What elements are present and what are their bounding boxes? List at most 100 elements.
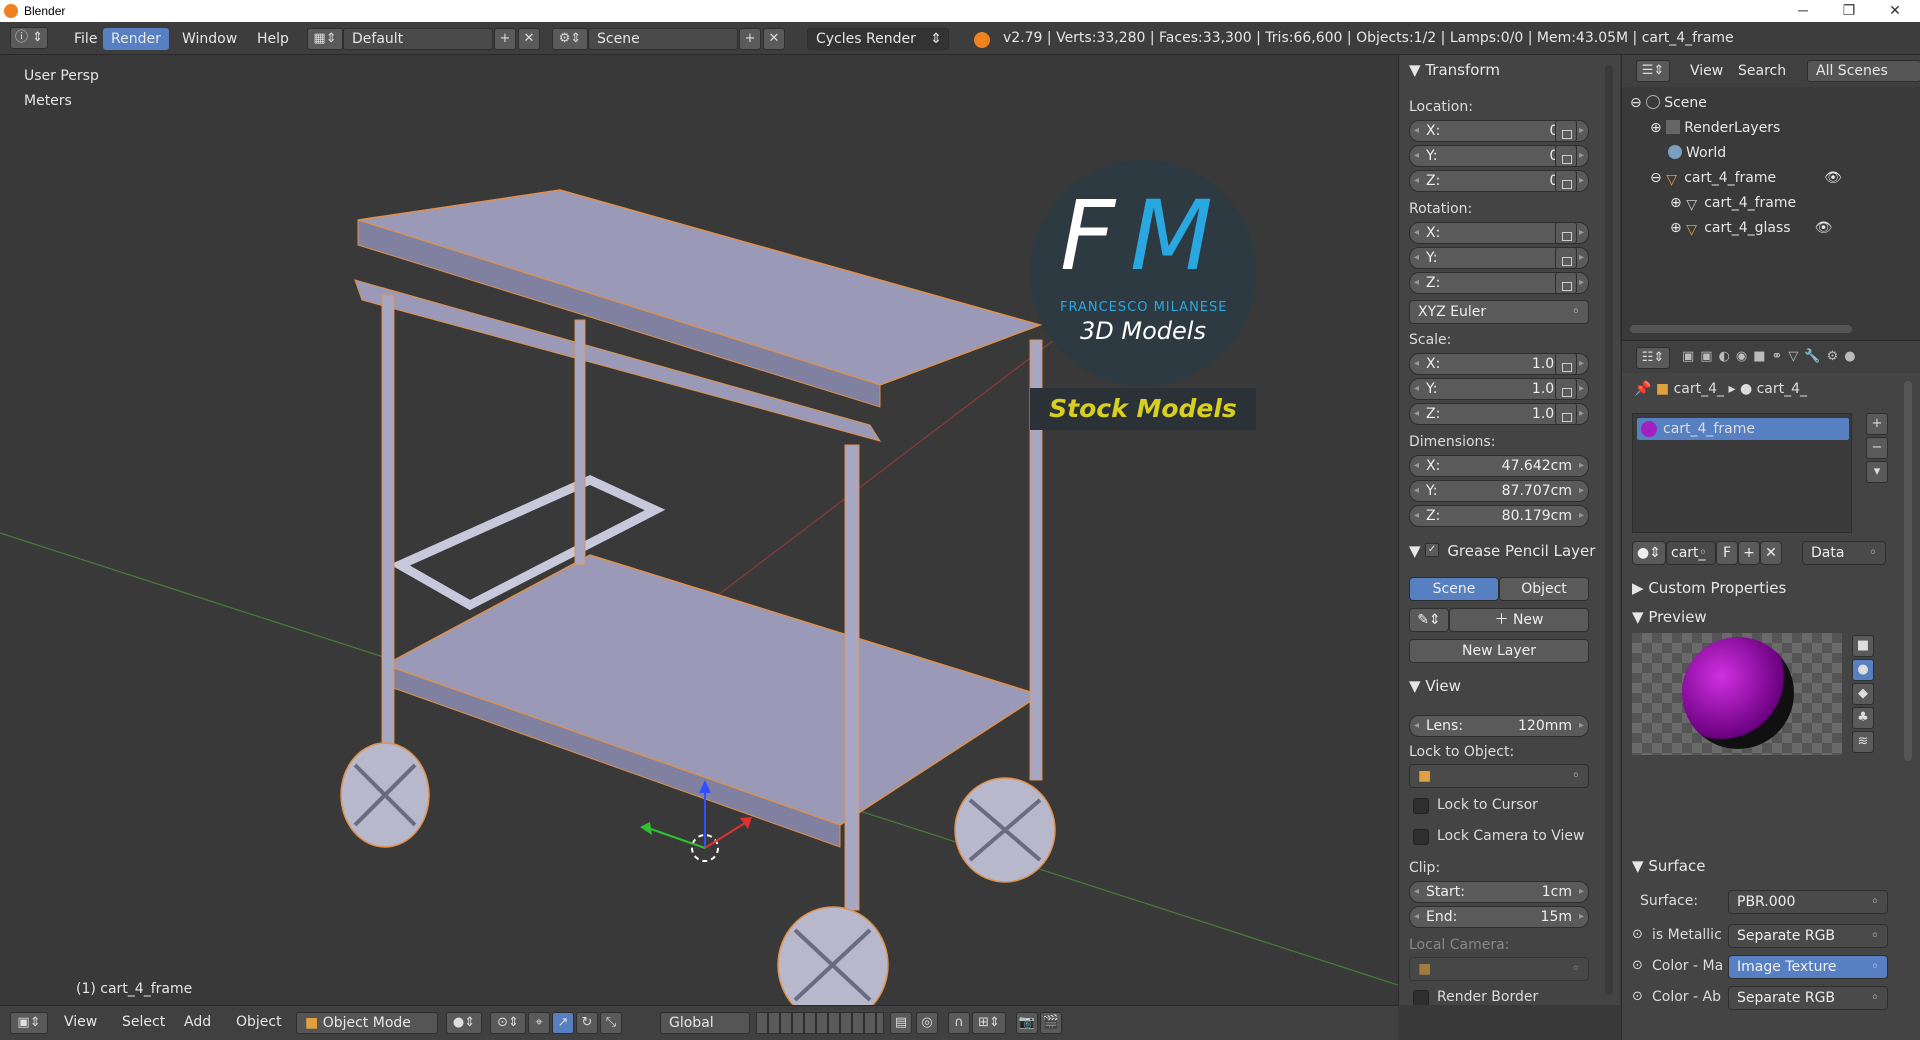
outliner-filter-select[interactable]: All Scenes: [1807, 60, 1920, 82]
properties-scrollbar[interactable]: [1904, 381, 1912, 761]
menu-help[interactable]: Help: [249, 28, 297, 50]
transform-orientation-select[interactable]: Global: [660, 1012, 750, 1034]
render-engine-select[interactable]: Cycles Render ⇕: [807, 28, 949, 50]
lock-icon[interactable]: [1555, 403, 1577, 425]
outliner-menu-view[interactable]: View: [1682, 60, 1731, 82]
local-camera-field[interactable]: ■: [1409, 957, 1589, 981]
tab-object[interactable]: Object: [1499, 577, 1589, 601]
lock-icon[interactable]: [1555, 378, 1577, 400]
new-layer-button[interactable]: New Layer: [1409, 639, 1589, 663]
material-slot-item[interactable]: cart_4_frame: [1637, 418, 1849, 440]
preview-cube-icon[interactable]: ◆: [1852, 683, 1874, 705]
maximize-button[interactable]: ❐: [1826, 0, 1872, 22]
minimize-button[interactable]: ─: [1780, 0, 1826, 22]
slot-menu-icon[interactable]: ▾: [1866, 461, 1888, 483]
input-select[interactable]: Separate RGB: [1728, 986, 1888, 1010]
surface-panel-header[interactable]: ▼ Surface: [1632, 857, 1705, 875]
lock-icon[interactable]: [1555, 272, 1577, 294]
remove-slot-icon[interactable]: −: [1866, 437, 1888, 459]
manipulator-icon[interactable]: ⌖: [528, 1012, 550, 1034]
properties-editor-icon[interactable]: ☷⇕: [1636, 347, 1670, 369]
rotate-icon[interactable]: ↻: [576, 1012, 598, 1034]
pivot-point-icon[interactable]: ⊙⇕: [490, 1012, 526, 1034]
lock-icon[interactable]: [1555, 120, 1577, 142]
add-scene-icon[interactable]: +: [739, 28, 761, 50]
shelf-scrollbar[interactable]: [1605, 65, 1613, 995]
clip-end-field[interactable]: End: 15m: [1409, 906, 1589, 928]
scale-icon[interactable]: ⤡: [600, 1012, 622, 1034]
add-screen-icon[interactable]: +: [494, 28, 516, 50]
clip-start-field[interactable]: Start: 1cm: [1409, 881, 1589, 903]
input-select[interactable]: Separate RGB: [1728, 924, 1888, 948]
unlink-material-icon[interactable]: ✕: [1760, 541, 1782, 565]
lock-layer-icon[interactable]: ▤: [890, 1012, 912, 1034]
preview-hair-icon[interactable]: ≋: [1852, 731, 1874, 753]
menu-select[interactable]: Select: [122, 1014, 165, 1030]
lock-object-field[interactable]: ■: [1409, 764, 1589, 788]
opengl-anim-icon[interactable]: 🎬: [1040, 1012, 1062, 1034]
preview-monkey-icon[interactable]: ♣: [1852, 707, 1874, 729]
screen-layout-icon[interactable]: ▦⇕: [307, 28, 343, 50]
material-slot-list[interactable]: cart_4_frame: [1632, 413, 1852, 533]
material-browse-icon[interactable]: ●⇕: [1632, 541, 1666, 565]
lock-to-cursor-checkbox[interactable]: [1413, 798, 1429, 814]
proportional-edit-icon[interactable]: ◎: [916, 1012, 938, 1034]
interaction-mode-select[interactable]: ■ Object Mode: [296, 1012, 438, 1034]
lock-icon[interactable]: [1555, 247, 1577, 269]
pencil-icon[interactable]: ✎⇕: [1409, 608, 1449, 632]
menu-render[interactable]: Render: [103, 28, 169, 50]
menu-view[interactable]: View: [64, 1014, 97, 1030]
lock-icon[interactable]: [1555, 145, 1577, 167]
surface-shader-select[interactable]: PBR.000: [1728, 890, 1888, 914]
remove-screen-icon[interactable]: ✕: [518, 28, 540, 50]
outliner-scrollbar[interactable]: [1630, 325, 1852, 333]
opengl-render-icon[interactable]: 📷: [1016, 1012, 1038, 1034]
close-button[interactable]: ✕: [1872, 0, 1918, 22]
lock-icon[interactable]: [1555, 353, 1577, 375]
tree-item-scene[interactable]: ⊖ Scene: [1630, 95, 1707, 111]
lock-icon[interactable]: [1555, 222, 1577, 244]
menu-add[interactable]: Add: [184, 1014, 211, 1030]
new-material-icon[interactable]: +: [1738, 541, 1760, 565]
grease-pencil-checkbox[interactable]: ✓: [1425, 543, 1439, 557]
tree-item-cart-4-frame[interactable]: ⊖ ▽ cart_4_frame 👁: [1650, 170, 1842, 188]
fake-user-button[interactable]: F: [1716, 541, 1738, 565]
visibility-eye-icon[interactable]: 👁: [1815, 220, 1833, 236]
add-slot-icon[interactable]: +: [1866, 413, 1888, 435]
input-select[interactable]: Image Texture: [1728, 955, 1888, 979]
scene-field[interactable]: Scene: [588, 28, 738, 50]
preview-plane-icon[interactable]: ■: [1852, 635, 1874, 657]
translate-icon[interactable]: ↗: [552, 1012, 574, 1034]
viewport-shading-icon[interactable]: ●⇕: [446, 1012, 482, 1034]
rotation-mode-select[interactable]: XYZ Euler: [1409, 300, 1589, 324]
remove-scene-icon[interactable]: ✕: [763, 28, 785, 50]
tab-scene[interactable]: Scene: [1409, 577, 1499, 601]
tree-item-cart-4-frame-mesh[interactable]: ⊕ ▽ cart_4_frame: [1670, 195, 1796, 213]
layer-buttons[interactable]: [756, 1012, 884, 1034]
material-name-field[interactable]: cart_: [1666, 541, 1716, 565]
custom-properties-panel[interactable]: ▶ Custom Properties: [1632, 579, 1786, 597]
material-link-select[interactable]: Data: [1802, 541, 1886, 565]
outliner-menu-search[interactable]: Search: [1730, 60, 1794, 82]
3d-viewport[interactable]: F M FRANCESCO MILANESE 3D Models Stock M…: [0, 55, 1398, 1005]
screen-layout-field[interactable]: Default: [343, 28, 493, 50]
dimensions-z-field[interactable]: Z: 80.179cm: [1409, 505, 1589, 527]
dimensions-x-field[interactable]: X: 47.642cm: [1409, 455, 1589, 477]
scene-icon[interactable]: ⚙⇕: [552, 28, 588, 50]
grease-pencil-header[interactable]: ▼ ✓ Grease Pencil Layer: [1409, 542, 1595, 560]
snap-icon[interactable]: ∩: [948, 1012, 970, 1034]
menu-window[interactable]: Window: [174, 28, 245, 50]
lock-icon[interactable]: [1555, 170, 1577, 192]
outliner-editor-icon[interactable]: ☰⇕: [1636, 60, 1670, 82]
transform-header[interactable]: ▼ Transform: [1409, 61, 1500, 79]
tree-item-world[interactable]: World: [1668, 145, 1726, 161]
lock-camera-checkbox[interactable]: [1413, 829, 1429, 845]
preview-panel-header[interactable]: ▼ Preview: [1632, 608, 1707, 626]
tree-item-cart-4-glass[interactable]: ⊕ ▽ cart_4_glass 👁: [1670, 220, 1833, 238]
menu-object[interactable]: Object: [236, 1014, 282, 1030]
new-grease-pencil-button[interactable]: ＋ New: [1449, 608, 1589, 632]
menu-file[interactable]: File: [66, 28, 105, 50]
preview-sphere-icon[interactable]: ●: [1852, 659, 1874, 681]
properties-context-tabs[interactable]: ▣▣◐◉■⚭▽🔧⚙●: [1682, 349, 1862, 364]
editor-type-3d-icon[interactable]: ▣⇕: [10, 1012, 48, 1034]
